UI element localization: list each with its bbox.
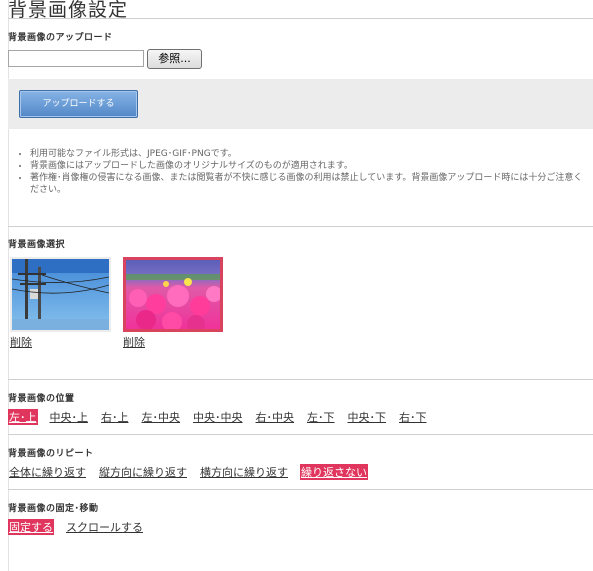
repeat-options: 全体に繰り返す 縦方向に繰り返す 横方向に繰り返す 繰り返さない: [8, 464, 379, 480]
position-option-left-center[interactable]: 左･中央: [141, 409, 182, 425]
section-divider: [8, 379, 593, 380]
position-option-center-top[interactable]: 中央･上: [49, 409, 90, 425]
selection-section-label: 背景画像選択: [8, 240, 66, 250]
position-section-label: 背景画像の位置: [8, 394, 75, 404]
repeat-option-none[interactable]: 繰り返さない: [300, 464, 368, 480]
section-divider: [8, 489, 593, 490]
attachment-section-label: 背景画像の固定･移動: [8, 504, 99, 514]
pink-flowers-image: [126, 260, 222, 333]
section-divider: [8, 434, 593, 435]
position-option-right-center[interactable]: 右･中央: [255, 409, 296, 425]
browse-button[interactable]: 参照...: [147, 49, 202, 69]
note-item: 利用可能なファイル形式は、JPEG･GIF･PNGです。: [30, 148, 590, 160]
delete-image-1-link[interactable]: 削除: [10, 334, 32, 350]
position-option-right-top[interactable]: 右･上: [100, 409, 130, 425]
upload-notes: 利用可能なファイル形式は、JPEG･GIF･PNGです。 背景画像にはアップロー…: [14, 148, 590, 196]
repeat-option-all[interactable]: 全体に繰り返す: [8, 464, 87, 480]
position-option-left-bottom[interactable]: 左･下: [306, 409, 336, 425]
delete-image-2-link[interactable]: 削除: [123, 334, 145, 350]
attachment-option-scroll[interactable]: スクロールする: [65, 519, 144, 535]
background-thumbnail-flowers[interactable]: [123, 257, 223, 333]
attachment-option-fixed[interactable]: 固定する: [8, 519, 54, 535]
position-option-right-bottom[interactable]: 右･下: [398, 409, 428, 425]
position-options: 左･上 中央･上 右･上 左･中央 中央･中央 右･中央 左･下 中央･下 右･下: [8, 409, 439, 425]
section-divider: [8, 226, 593, 227]
note-item: 著作権･肖像権の侵害になる画像、または閲覧者が不快に感じる画像の利用は禁止してい…: [30, 172, 590, 196]
upload-button[interactable]: アップロードする: [19, 90, 138, 118]
sky-powerline-image: [11, 259, 110, 330]
upload-section-label: 背景画像のアップロード: [8, 33, 113, 43]
attachment-options: 固定する スクロールする: [8, 519, 155, 535]
file-path-input[interactable]: [8, 50, 144, 67]
repeat-option-vertical[interactable]: 縦方向に繰り返す: [98, 464, 188, 480]
position-option-center-bottom[interactable]: 中央･下: [347, 409, 388, 425]
repeat-option-horizontal[interactable]: 横方向に繰り返す: [199, 464, 289, 480]
background-thumbnail-sky[interactable]: [10, 257, 111, 332]
position-option-center-center[interactable]: 中央･中央: [192, 409, 244, 425]
repeat-section-label: 背景画像のリピート: [8, 449, 94, 459]
background-settings-page: 背景画像設定 背景画像のアップロード 参照... アップロードする 利用可能なフ…: [0, 0, 593, 571]
position-option-left-top[interactable]: 左･上: [8, 409, 38, 425]
note-item: 背景画像にはアップロードした画像のオリジナルサイズのものが適用されます。: [30, 160, 590, 172]
title-divider: [8, 18, 593, 19]
